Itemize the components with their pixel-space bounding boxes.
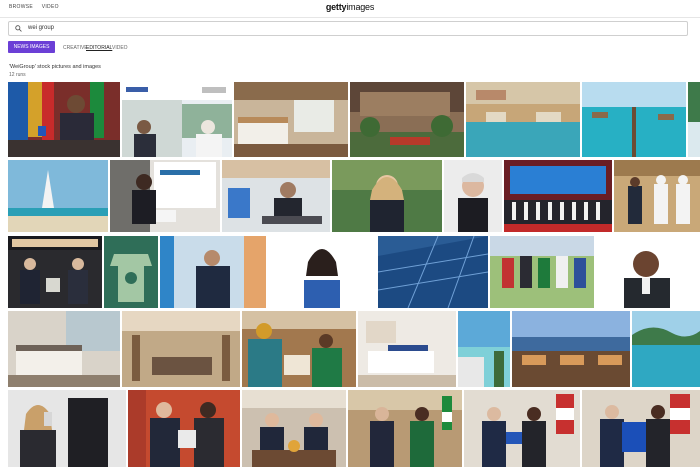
result-image-elderly-man-portrait[interactable]	[504, 160, 612, 232]
result-image-delegation-at-table[interactable]	[348, 390, 462, 467]
getty-logo[interactable]: gettyimages	[0, 2, 700, 12]
top-bar: BROWSE VIDEO gettyimages	[0, 0, 700, 18]
result-image-football-team-training[interactable]	[596, 236, 700, 308]
results-count: 12 runs	[9, 72, 26, 78]
result-image-hotel-bedroom-suite[interactable]	[234, 82, 348, 157]
tab-editorial[interactable]: EDITORIAL	[86, 45, 112, 51]
result-image-kigali-rwanda-event[interactable]	[104, 236, 158, 308]
result-image-speaker-at-podium[interactable]	[110, 160, 220, 232]
results-heading: 'WeiGroup' stock pictures and images	[9, 64, 101, 70]
result-image-burj-al-arab-beach[interactable]	[8, 160, 108, 232]
result-image-leaders-at-conference-table-with-flags[interactable]	[8, 82, 120, 157]
tab-creative[interactable]: CREATIVE	[63, 45, 88, 51]
result-image-group-photo-on-stage[interactable]	[614, 160, 700, 232]
result-image-seaside-terrace-evening[interactable]	[632, 311, 700, 387]
result-image-officials-handshake-gulf[interactable]	[8, 236, 102, 308]
news-images-pill[interactable]: NEWS IMAGES	[8, 41, 55, 53]
result-image-men-exchanging-gift[interactable]	[242, 390, 346, 467]
result-image-hotel-lobby-restaurant[interactable]	[242, 311, 356, 387]
search-query[interactable]: wei group	[28, 25, 54, 31]
result-image-africa-verein-event-speaker[interactable]	[222, 160, 330, 232]
tab-video[interactable]: VIDEO	[112, 45, 128, 51]
logo-bold: getty	[325, 2, 347, 12]
result-image-resort-pool-with-umbrellas[interactable]	[466, 82, 580, 157]
result-image-dignitaries-meeting[interactable]	[464, 390, 580, 467]
result-image-white-bedroom-suite[interactable]	[458, 311, 510, 387]
result-image-man-speaking-ceremony[interactable]	[268, 236, 376, 308]
result-image-overwater-villas-jetty[interactable]	[582, 82, 686, 157]
result-image-tropical-island-sea[interactable]	[8, 390, 126, 467]
result-image-resort-pool-sea[interactable]	[512, 311, 630, 387]
result-image-football-jersey-display[interactable]	[160, 236, 266, 308]
result-image-man-at-laptop-desk[interactable]	[332, 160, 442, 232]
result-image-man-portrait-smiling[interactable]	[8, 311, 120, 387]
result-image-hotel-room-interior[interactable]	[122, 311, 240, 387]
result-image-woman-portrait-blue[interactable]	[378, 236, 488, 308]
result-image-solar-panels[interactable]	[490, 236, 594, 308]
result-image-woman-portrait-outdoors[interactable]	[444, 160, 502, 232]
search-icon	[15, 25, 22, 32]
result-image-women-in-office[interactable]	[358, 311, 456, 387]
logo-light: images	[346, 2, 375, 12]
image-grid	[0, 82, 700, 467]
result-image-tropical-beach-palms[interactable]	[688, 82, 700, 157]
result-image-officials-at-signing-ceremony[interactable]	[122, 82, 232, 157]
result-image-officials-handshake-flags[interactable]	[582, 390, 700, 467]
result-image-woman-with-phone[interactable]	[128, 390, 240, 467]
search-bar[interactable]: wei group	[8, 21, 688, 36]
result-image-resort-building-courtyard[interactable]	[350, 82, 464, 157]
filter-bar: NEWS IMAGES CREATIVE EDITORIAL VIDEO	[0, 39, 700, 57]
